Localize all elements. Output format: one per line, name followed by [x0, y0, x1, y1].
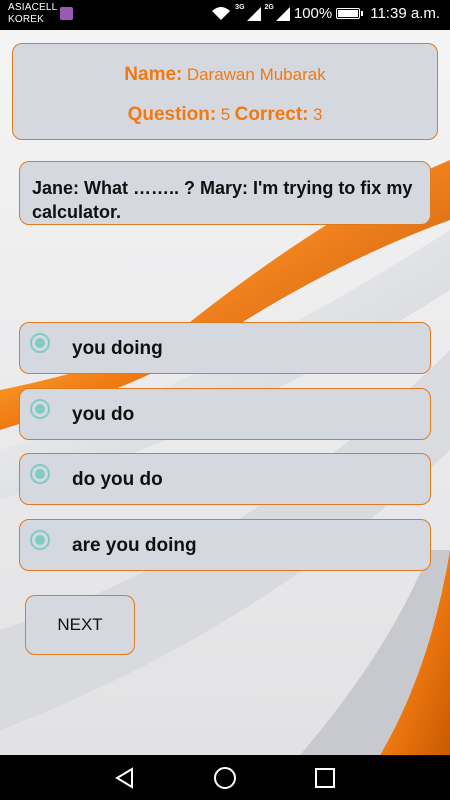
recents-icon[interactable] [312, 765, 338, 791]
signal-icon-2 [275, 6, 290, 21]
gallery-notification-icon [60, 7, 73, 20]
battery-percent: 100% [293, 5, 333, 22]
battery-icon [336, 8, 364, 19]
answer-option-1[interactable]: you doing [19, 322, 431, 374]
clock: 11:39 a.m. [370, 5, 440, 22]
radio-button[interactable] [30, 530, 50, 550]
answer-option-3[interactable]: do you do [19, 453, 431, 505]
wifi-icon [212, 7, 231, 20]
question-label: Question: [127, 104, 217, 125]
question-card: Jane: What …….. ? Mary: I'm trying to fi… [19, 161, 431, 225]
radio-button[interactable] [30, 464, 50, 484]
back-icon[interactable] [112, 765, 138, 791]
question-number: 5 [220, 105, 231, 124]
next-button[interactable]: NEXT [25, 595, 135, 655]
network-3g-label: 3G [235, 4, 245, 11]
name-label: Name: [124, 64, 183, 85]
option-label: you doing [72, 338, 163, 359]
answer-option-2[interactable]: you do [19, 388, 431, 440]
navigation-bar [0, 755, 450, 800]
carrier-name: ASIACELL KOREK [8, 2, 57, 26]
option-label: do you do [72, 469, 163, 490]
carrier-line-2: KOREK [8, 14, 45, 25]
network-2g-label: 2G [264, 4, 274, 11]
signal-icon [246, 6, 261, 21]
correct-label: Correct: [234, 104, 309, 125]
answer-option-4[interactable]: are you doing [19, 519, 431, 571]
radio-button[interactable] [30, 399, 50, 419]
player-info-card: Name: Darawan Mubarak Question: 5 Correc… [12, 43, 438, 140]
radio-button[interactable] [30, 333, 50, 353]
score-row: Question: 5 Correct: 3 [13, 104, 437, 126]
option-label: you do [72, 404, 135, 425]
status-bar: ASIACELL KOREK 3G 2G 100% 11:39 a.m. [0, 0, 450, 30]
correct-count: 3 [312, 105, 323, 124]
name-value: Darawan Mubarak [186, 65, 326, 84]
name-row: Name: Darawan Mubarak [13, 64, 437, 86]
home-icon[interactable] [212, 765, 238, 791]
question-text: Jane: What …….. ? Mary: I'm trying to fi… [32, 178, 413, 222]
carrier-line-1: ASIACELL [8, 2, 58, 13]
option-label: are you doing [72, 535, 197, 556]
